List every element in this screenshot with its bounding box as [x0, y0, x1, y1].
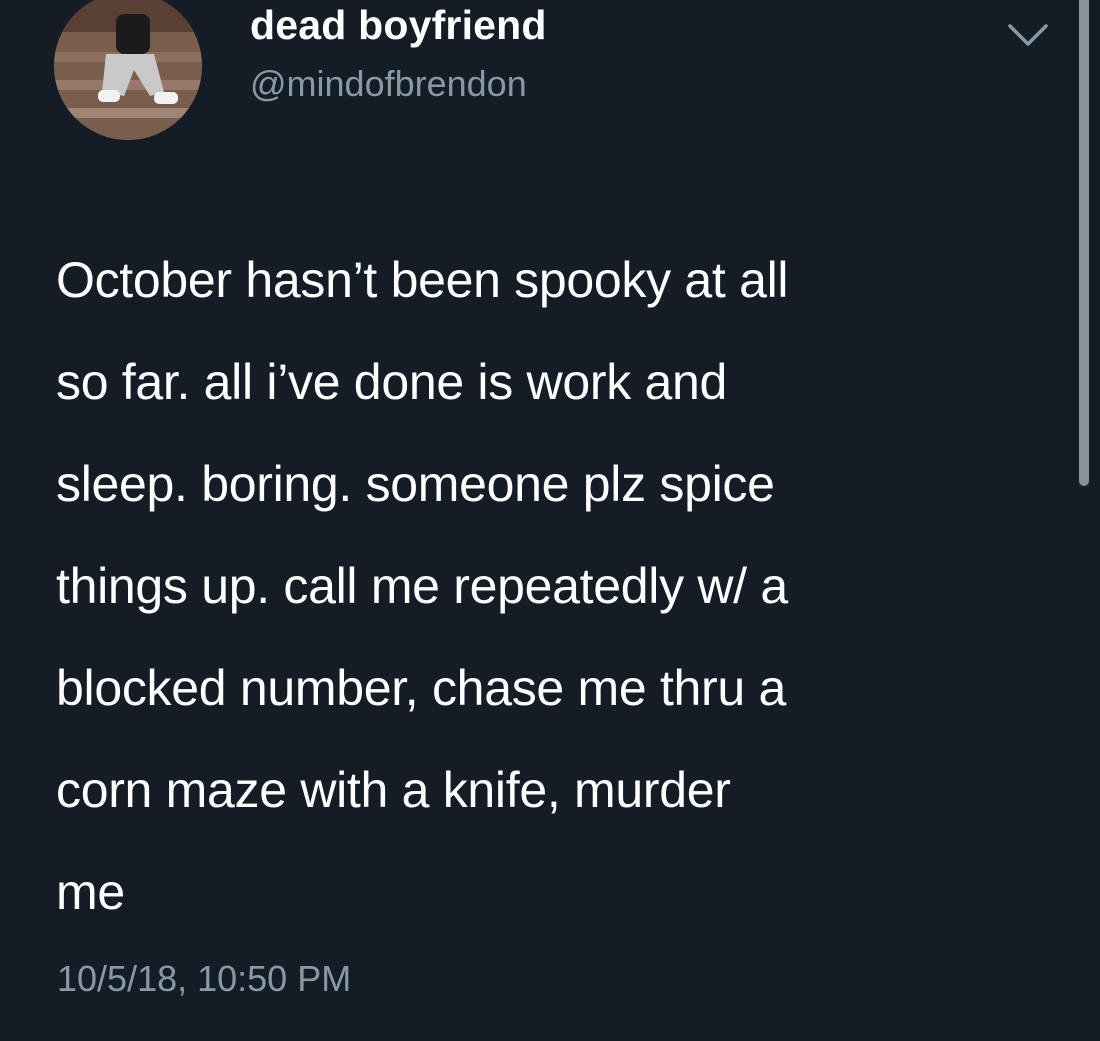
chevron-down-icon — [1008, 24, 1048, 46]
avatar-photo-icon — [54, 0, 202, 140]
tweet-text-line: corn maze with a knife, murder — [56, 762, 731, 818]
display-name[interactable]: dead boyfriend — [250, 2, 547, 49]
tweet-text-line: things up. call me repeatedly w/ a — [56, 558, 788, 614]
tweet-text-line: sleep. boring. someone plz spice — [56, 456, 775, 512]
tweet-text-line: so far. all i’ve done is work and — [56, 354, 728, 410]
tweet-card: dead boyfriend @mindofbrendon October ha… — [0, 0, 1100, 1041]
tweet-timestamp[interactable]: 10/5/18, 10:50 PM — [57, 958, 351, 1000]
tweet-text: October hasn’t been spooky at all so far… — [56, 229, 1066, 943]
user-avatar[interactable] — [54, 0, 202, 140]
user-handle[interactable]: @mindofbrendon — [250, 63, 527, 105]
tweet-text-line: October hasn’t been spooky at all — [56, 252, 789, 308]
tweet-text-line: me — [56, 864, 125, 920]
tweet-text-line: blocked number, chase me thru a — [56, 660, 787, 716]
tweet-menu-button[interactable] — [1004, 18, 1052, 52]
scrollbar[interactable] — [1079, 0, 1089, 486]
